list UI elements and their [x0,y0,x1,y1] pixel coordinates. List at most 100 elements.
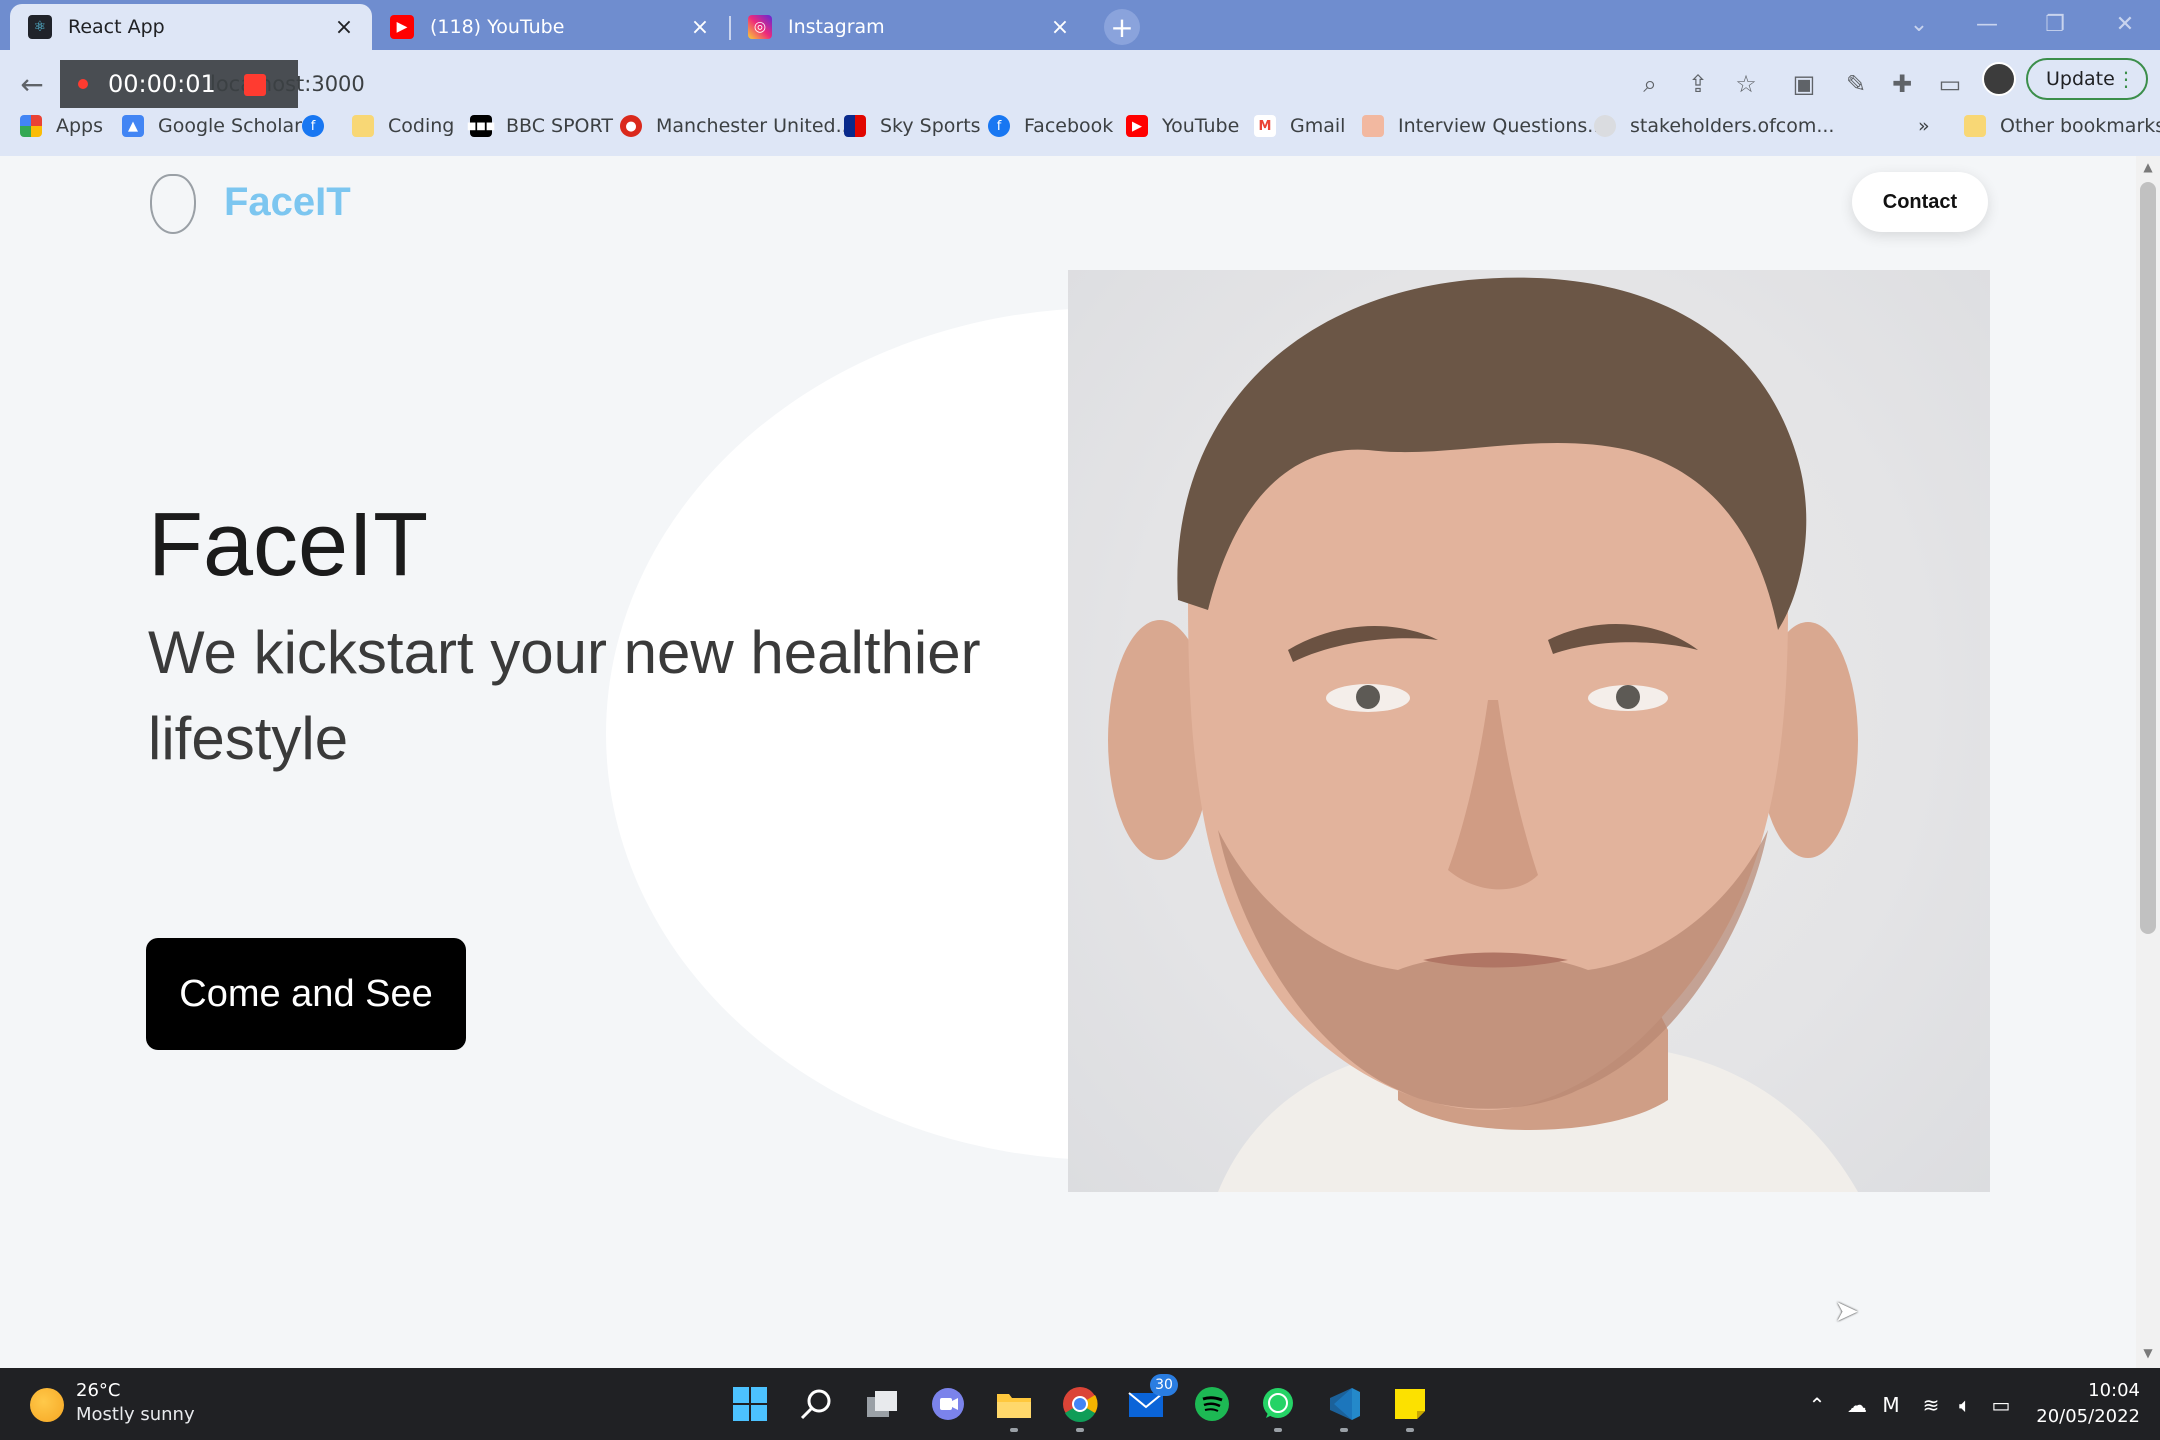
bookmark-page-icon [1362,115,1384,137]
file-explorer-icon[interactable] [990,1380,1038,1432]
bookmark-label: Interview Questions... [1398,115,1606,137]
tab-strip: ⚛ React App × ▶ (118) YouTube × ◎ Instag… [0,0,2160,50]
folder-icon [352,115,374,137]
bookmark-gmail[interactable]: M Gmail [1254,112,1345,140]
bookmark-label: Facebook [1024,115,1114,137]
restore-button[interactable]: ❐ [2030,4,2080,44]
contact-button[interactable]: Contact [1852,172,1988,232]
running-indicator [1274,1428,1282,1432]
weather-description[interactable]: Mostly sunny [76,1404,195,1425]
come-and-see-button[interactable]: Come and See [146,938,466,1050]
bookmark-other-bookmarks[interactable]: Other bookmarks [1964,112,2160,140]
react-icon: ⚛ [28,15,52,39]
bookmark-label: Apps [56,115,104,137]
portrait-photo [1068,270,1990,1192]
close-icon[interactable]: × [1048,15,1072,40]
clock-date[interactable]: 20/05/2022 [2000,1406,2140,1427]
bookmark-manchester-united[interactable]: ● Manchester United... [620,112,854,140]
new-tab-button[interactable]: + [1104,9,1140,45]
mail-icon[interactable]: 30 [1122,1374,1178,1428]
weather-temperature[interactable]: 26°C [76,1380,120,1401]
wifi-icon[interactable]: ≋ [1916,1390,1946,1420]
bookmarks-overflow-button[interactable]: » [1918,112,1930,140]
spotify-icon[interactable] [1188,1380,1236,1428]
search-icon[interactable] [792,1380,840,1428]
folder-icon [1964,115,1986,137]
vscode-icon[interactable] [1320,1380,1368,1432]
weather-sun-icon[interactable] [30,1388,64,1422]
mail-badge: 30 [1150,1374,1178,1396]
sticky-notes-icon[interactable] [1386,1380,1434,1432]
scholar-icon: ▲ [122,115,144,137]
address-bar[interactable] [168,62,1628,106]
chevron-up-icon[interactable]: ⌃ [1802,1390,1832,1420]
stop-record-icon[interactable] [244,74,266,96]
gmail-icon: M [1254,115,1276,137]
close-icon[interactable]: × [332,15,356,40]
menu-dots-icon: ⋮ [2116,67,2136,91]
bookmark-label: Other bookmarks [2000,115,2160,137]
tab-search-icon[interactable]: ⌄ [1894,4,1944,44]
tab-react-app[interactable]: ⚛ React App × [10,4,372,50]
minimize-button[interactable]: — [1962,4,2012,44]
share-icon[interactable]: ⇪ [1678,64,1718,104]
zoom-icon[interactable]: ⌕ [1630,64,1670,104]
facebook-icon: f [988,115,1010,137]
bookmark-google-scholar[interactable]: ▲ Google Scholar [122,112,302,140]
bookmark-facebook[interactable]: f Facebook [988,112,1113,140]
running-indicator [1010,1428,1018,1432]
close-window-button[interactable]: ✕ [2100,4,2150,44]
start-button[interactable] [726,1380,774,1428]
puzzle-icon[interactable]: ✚ [1882,64,1922,104]
scrollbar-thumb[interactable] [2140,182,2156,934]
bookmark-interview-questions[interactable]: Interview Questions... [1362,112,1605,140]
bookmark-bbc-sport[interactable]: ■■■ BBC SPORT [467,112,613,140]
tab-instagram[interactable]: ◎ Instagram × [730,4,1088,50]
eyedropper-icon[interactable]: ✎ [1836,64,1876,104]
gmail-tray-icon[interactable]: M [1876,1390,1906,1420]
side-panel-icon[interactable]: ▭ [1930,64,1970,104]
hero-subtitle: We kickstart your new healthier lifestyl… [148,619,981,772]
running-indicator [1076,1428,1084,1432]
bookmark-sky-sports[interactable]: Sky Sports [844,112,981,140]
chrome-icon[interactable] [1056,1380,1104,1432]
scroll-up-arrow-icon[interactable]: ▲ [2140,160,2156,176]
bookmark-youtube[interactable]: ▶ YouTube [1126,112,1239,140]
bookmark-label: Manchester United... [656,115,854,137]
bookmark-star-icon[interactable]: ☆ [1726,64,1766,104]
bookmark-label: Gmail [1290,115,1346,137]
bookmark-label: Sky Sports [880,115,981,137]
face-logo-icon[interactable] [150,174,196,234]
mouse-cursor-icon: ➤ [1834,1294,1860,1329]
extension-icon[interactable]: ▣ [1784,64,1824,104]
close-icon[interactable]: × [688,15,712,40]
bookmark-stakeholders-ofcom[interactable]: stakeholders.ofcom... [1594,112,1834,140]
volume-icon[interactable]: 🔈︎ [1950,1390,1980,1420]
running-indicator [1406,1428,1414,1432]
chevron-double-right-icon: » [1918,115,1930,137]
update-button[interactable]: Update ⋮ [2026,58,2148,100]
brand-logo-text[interactable]: FaceIT [224,180,351,225]
facebook-icon: f [302,115,324,137]
windows-taskbar: 26°C Mostly sunny 30 ⌃ ☁ M ≋ 🔈︎ ▭ 10:04 … [0,1368,2160,1440]
profile-avatar[interactable] [1982,62,2016,96]
task-view-icon[interactable] [858,1380,906,1428]
bookmark-coding[interactable]: Coding [352,112,454,140]
bookmark-facebook-icon-only[interactable]: f [302,112,338,140]
youtube-icon: ▶ [390,15,414,39]
update-label: Update [2046,68,2115,90]
bookmark-label: Coding [388,115,455,137]
screen-recorder-widget[interactable]: 00:00:01 [60,60,298,108]
sky-sports-icon [844,115,866,137]
tab-title: React App [68,16,165,38]
scroll-down-arrow-icon[interactable]: ▼ [2140,1346,2156,1362]
bookmark-apps[interactable]: Apps [20,112,103,140]
recorder-time: 00:00:01 [108,70,216,98]
onedrive-icon[interactable]: ☁ [1842,1390,1872,1420]
back-button[interactable]: ← [12,64,52,104]
bookmark-label: BBC SPORT [506,115,613,137]
teams-chat-icon[interactable] [924,1380,972,1428]
clock-time[interactable]: 10:04 [2040,1380,2140,1401]
whatsapp-icon[interactable] [1254,1380,1302,1432]
tab-youtube[interactable]: ▶ (118) YouTube × [372,4,728,50]
